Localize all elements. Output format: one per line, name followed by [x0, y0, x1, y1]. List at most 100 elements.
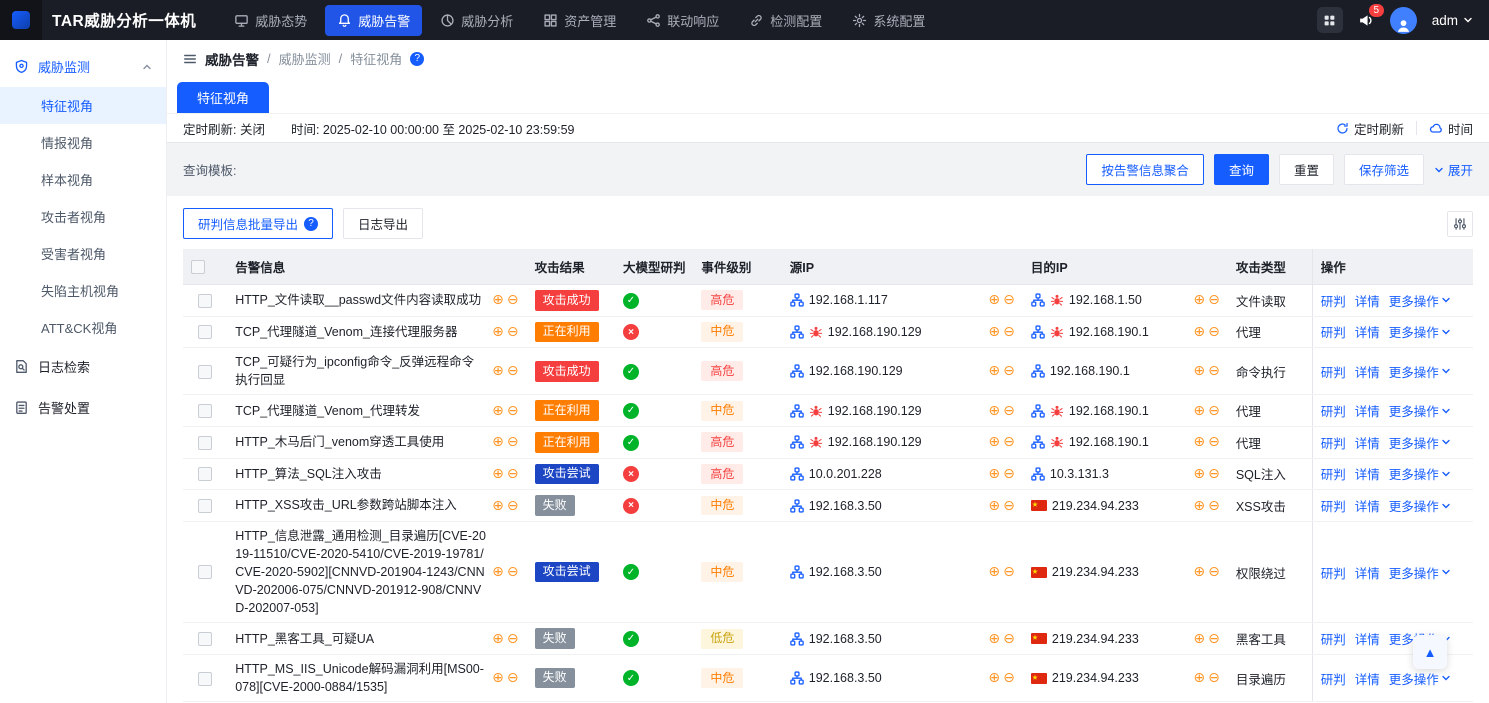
filter-include-icon[interactable]: ⊕ — [988, 565, 1000, 579]
sidebar-item[interactable]: 攻击者视角 — [0, 198, 166, 235]
filter-exclude-icon[interactable]: ⊖ — [507, 632, 519, 646]
search-button[interactable]: 查询 — [1214, 154, 1269, 185]
ip-address[interactable]: 192.168.190.129 — [828, 435, 922, 449]
nav-system-config[interactable]: 系统配置 — [840, 5, 937, 36]
ip-address[interactable]: 10.3.131.3 — [1050, 467, 1109, 481]
row-checkbox[interactable] — [198, 499, 212, 513]
filter-exclude-icon[interactable]: ⊖ — [1003, 467, 1015, 481]
save-filter-button[interactable]: 保存筛选 — [1344, 154, 1424, 185]
ip-address[interactable]: 192.168.190.1 — [1069, 435, 1149, 449]
filter-include-icon[interactable]: ⊕ — [988, 293, 1000, 307]
filter-include-icon[interactable]: ⊕ — [1193, 293, 1205, 307]
aggregate-button[interactable]: 按告警信息聚合 — [1086, 154, 1204, 185]
apps-grid-button[interactable] — [1317, 7, 1343, 33]
sidebar-item[interactable]: 受害者视角 — [0, 235, 166, 272]
ip-address[interactable]: 192.168.190.1 — [1069, 325, 1149, 339]
filter-exclude-icon[interactable]: ⊖ — [507, 325, 519, 339]
avatar[interactable] — [1390, 7, 1417, 34]
back-to-top-button[interactable]: ▲ — [1413, 635, 1447, 669]
filter-include-icon[interactable]: ⊕ — [1193, 467, 1205, 481]
sidebar-item[interactable]: 情报视角 — [0, 124, 166, 161]
breadcrumb-item[interactable]: 威胁告警 — [205, 49, 259, 69]
row-checkbox[interactable] — [198, 365, 212, 379]
detail-link[interactable]: 详情 — [1355, 496, 1380, 515]
judge-link[interactable]: 研判 — [1321, 669, 1346, 688]
filter-include-icon[interactable]: ⊕ — [492, 435, 504, 449]
detail-link[interactable]: 详情 — [1355, 629, 1380, 648]
filter-include-icon[interactable]: ⊕ — [988, 325, 1000, 339]
filter-exclude-icon[interactable]: ⊖ — [1208, 499, 1220, 513]
filter-exclude-icon[interactable]: ⊖ — [1208, 325, 1220, 339]
time-button[interactable]: 时间 — [1429, 119, 1473, 138]
alert-info-text[interactable]: HTTP_XSS攻击_URL参数跨站脚本注入 — [235, 496, 486, 514]
expand-button[interactable]: 展开 — [1434, 160, 1473, 179]
breadcrumb-item[interactable]: 威胁监测 — [279, 49, 331, 68]
ip-address[interactable]: 219.234.94.233 — [1052, 632, 1139, 646]
select-all-checkbox[interactable] — [191, 260, 205, 274]
ip-address[interactable]: 192.168.3.50 — [809, 499, 882, 513]
filter-include-icon[interactable]: ⊕ — [1193, 325, 1205, 339]
judge-link[interactable]: 研判 — [1321, 433, 1346, 452]
ip-address[interactable]: 219.234.94.233 — [1052, 671, 1139, 685]
ip-address[interactable]: 219.234.94.233 — [1052, 565, 1139, 579]
more-actions-link[interactable]: 更多操作 — [1389, 669, 1451, 688]
filter-include-icon[interactable]: ⊕ — [988, 671, 1000, 685]
filter-exclude-icon[interactable]: ⊖ — [1003, 499, 1015, 513]
more-actions-link[interactable]: 更多操作 — [1389, 401, 1451, 420]
filter-exclude-icon[interactable]: ⊖ — [1208, 364, 1220, 378]
nav-response[interactable]: 联动响应 — [634, 5, 731, 36]
ip-address[interactable]: 10.0.201.228 — [809, 467, 882, 481]
filter-exclude-icon[interactable]: ⊖ — [507, 435, 519, 449]
filter-exclude-icon[interactable]: ⊖ — [507, 467, 519, 481]
notifications-button[interactable]: 5 — [1358, 12, 1375, 29]
filter-include-icon[interactable]: ⊕ — [988, 499, 1000, 513]
filter-include-icon[interactable]: ⊕ — [1193, 671, 1205, 685]
more-actions-link[interactable]: 更多操作 — [1389, 563, 1451, 582]
filter-include-icon[interactable]: ⊕ — [492, 499, 504, 513]
sidebar-item-alert-handling[interactable]: 告警处置 — [0, 387, 166, 428]
detail-link[interactable]: 详情 — [1355, 291, 1380, 310]
row-checkbox[interactable] — [198, 404, 212, 418]
batch-export-button[interactable]: 研判信息批量导出 — [183, 208, 333, 239]
more-actions-link[interactable]: 更多操作 — [1389, 362, 1451, 381]
sidebar-item[interactable]: 特征视角 — [0, 87, 166, 124]
judge-link[interactable]: 研判 — [1321, 322, 1346, 341]
more-actions-link[interactable]: 更多操作 — [1389, 291, 1451, 310]
column-settings-button[interactable] — [1447, 211, 1473, 237]
filter-include-icon[interactable]: ⊕ — [492, 632, 504, 646]
nav-situation[interactable]: 威胁态势 — [222, 5, 319, 36]
menu-toggle-icon[interactable] — [183, 52, 197, 66]
ip-address[interactable]: 192.168.3.50 — [809, 671, 882, 685]
ip-address[interactable]: 219.234.94.233 — [1052, 499, 1139, 513]
alert-info-text[interactable]: TCP_代理隧道_Venom_连接代理服务器 — [235, 323, 486, 341]
reset-button[interactable]: 重置 — [1279, 154, 1334, 185]
filter-exclude-icon[interactable]: ⊖ — [1003, 671, 1015, 685]
alert-info-text[interactable]: HTTP_MS_IIS_Unicode解码漏洞利用[MS00-078][CVE-… — [235, 660, 486, 696]
filter-include-icon[interactable]: ⊕ — [1193, 364, 1205, 378]
filter-exclude-icon[interactable]: ⊖ — [1208, 467, 1220, 481]
alert-info-text[interactable]: HTTP_木马后门_venom穿透工具使用 — [235, 433, 486, 451]
alert-info-text[interactable]: HTTP_文件读取__passwd文件内容读取成功 — [235, 291, 486, 309]
filter-include-icon[interactable]: ⊕ — [988, 364, 1000, 378]
judge-link[interactable]: 研判 — [1321, 401, 1346, 420]
filter-include-icon[interactable]: ⊕ — [988, 467, 1000, 481]
row-checkbox[interactable] — [198, 672, 212, 686]
judge-link[interactable]: 研判 — [1321, 362, 1346, 381]
filter-include-icon[interactable]: ⊕ — [492, 467, 504, 481]
filter-exclude-icon[interactable]: ⊖ — [1003, 364, 1015, 378]
ip-address[interactable]: 192.168.3.50 — [809, 632, 882, 646]
filter-exclude-icon[interactable]: ⊖ — [1208, 632, 1220, 646]
filter-include-icon[interactable]: ⊕ — [1193, 499, 1205, 513]
filter-exclude-icon[interactable]: ⊖ — [507, 364, 519, 378]
filter-include-icon[interactable]: ⊕ — [1193, 404, 1205, 418]
filter-include-icon[interactable]: ⊕ — [492, 364, 504, 378]
filter-include-icon[interactable]: ⊕ — [492, 671, 504, 685]
ip-address[interactable]: 192.168.190.129 — [828, 404, 922, 418]
alert-info-text[interactable]: HTTP_算法_SQL注入攻击 — [235, 465, 486, 483]
filter-include-icon[interactable]: ⊕ — [988, 632, 1000, 646]
timed-refresh-button[interactable]: 定时刷新 — [1336, 119, 1404, 138]
filter-exclude-icon[interactable]: ⊖ — [507, 293, 519, 307]
row-checkbox[interactable] — [198, 436, 212, 450]
sidebar-group-threat-monitor[interactable]: 威胁监测 — [0, 46, 166, 87]
detail-link[interactable]: 详情 — [1355, 464, 1380, 483]
